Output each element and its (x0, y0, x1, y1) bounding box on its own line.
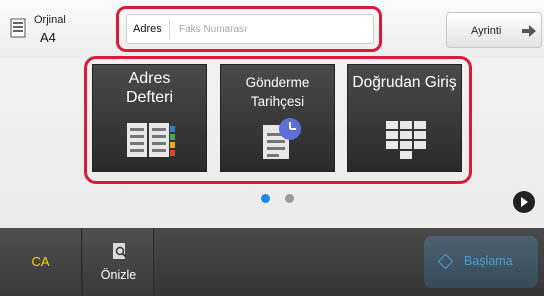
page-dot-2[interactable] (285, 194, 294, 203)
arrow-right-icon (522, 25, 536, 37)
detail-button[interactable]: Ayrinti (446, 12, 542, 48)
keypad-icon (386, 121, 426, 159)
page-indicator (0, 194, 544, 204)
direct-entry-tile-label: Doğrudan Giriş (352, 74, 457, 91)
address-field-divider (169, 19, 170, 39)
address-book-label-line2: Defteri (125, 89, 174, 106)
sending-history-tile-label: Gönderme Tarihçesi (245, 75, 310, 109)
clear-all-label: CA (31, 254, 50, 269)
preview-magnifier-icon (113, 243, 127, 259)
address-field-label: Adres (133, 23, 162, 35)
start-diamond-icon (437, 253, 454, 270)
preview-button[interactable]: Önizle (84, 228, 154, 296)
start-button-label-group: Başlama (437, 253, 530, 270)
original-document-icon (10, 18, 26, 38)
start-label: Başlama (464, 254, 513, 268)
address-book-icon (127, 123, 175, 157)
original-size-value: A4 (40, 30, 56, 45)
page-dot-1-active[interactable] (261, 194, 270, 203)
direct-entry-tile[interactable]: Doğrudan Giriş (347, 64, 462, 172)
fax-easy-screen: Orjinal A4 Adres Faks Numarası Ayrinti A… (0, 0, 544, 296)
sending-history-tile[interactable]: Gönderme Tarihçesi (220, 64, 335, 172)
fax-number-placeholder: Faks Numarası (179, 24, 247, 35)
next-page-button[interactable] (513, 191, 535, 213)
original-label: Orjinal (34, 14, 66, 26)
preview-label: Önizle (100, 268, 137, 282)
address-field[interactable]: Adres Faks Numarası (126, 14, 374, 44)
sending-history-icon (263, 118, 301, 159)
clear-all-button[interactable]: CA (0, 228, 82, 296)
original-size-indicator[interactable]: Orjinal A4 (6, 8, 80, 46)
detail-button-label: Ayrinti (471, 25, 502, 37)
play-right-icon (521, 197, 528, 207)
top-bar: Orjinal A4 Adres Faks Numarası Ayrinti (0, 0, 544, 58)
address-book-label-line1: Adres (128, 70, 171, 87)
address-book-tile[interactable]: Adres Defteri (92, 64, 207, 172)
address-book-tile-label: Adres Defteri (93, 69, 206, 107)
